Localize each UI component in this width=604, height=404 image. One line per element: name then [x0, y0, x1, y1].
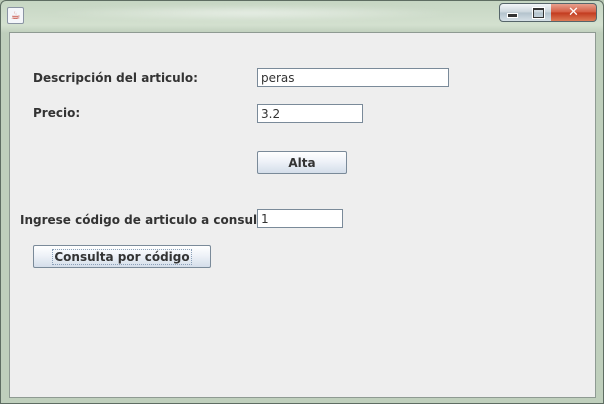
- form-panel: Descripción del articulo: Precio: Alta I…: [9, 32, 596, 398]
- close-icon: ✕: [568, 5, 579, 20]
- descripcion-input[interactable]: [257, 68, 449, 87]
- consulta-codigo-label: Ingrese código de articulo a consultar:: [20, 213, 282, 227]
- consulta-button-label: Consulta por código: [52, 248, 192, 265]
- maximize-button[interactable]: [525, 3, 552, 22]
- minimize-icon: [507, 13, 518, 18]
- title-bar[interactable]: ☕ ✕: [1, 1, 603, 31]
- codigo-input[interactable]: [257, 209, 343, 228]
- consulta-por-codigo-button[interactable]: Consulta por código: [33, 245, 211, 268]
- java-cup-icon[interactable]: ☕: [7, 7, 24, 24]
- title-text-blurred: [41, 5, 461, 21]
- precio-input[interactable]: [257, 104, 363, 123]
- precio-label: Precio:: [33, 106, 81, 120]
- maximize-icon: [532, 7, 544, 18]
- alta-button-label: Alta: [288, 155, 316, 170]
- close-button[interactable]: ✕: [551, 3, 597, 22]
- descripcion-label: Descripción del articulo:: [33, 71, 198, 85]
- alta-button[interactable]: Alta: [257, 151, 347, 174]
- app-window: ☕ ✕ Descripción del articulo: Precio: Al…: [0, 0, 604, 404]
- minimize-button[interactable]: [499, 3, 526, 22]
